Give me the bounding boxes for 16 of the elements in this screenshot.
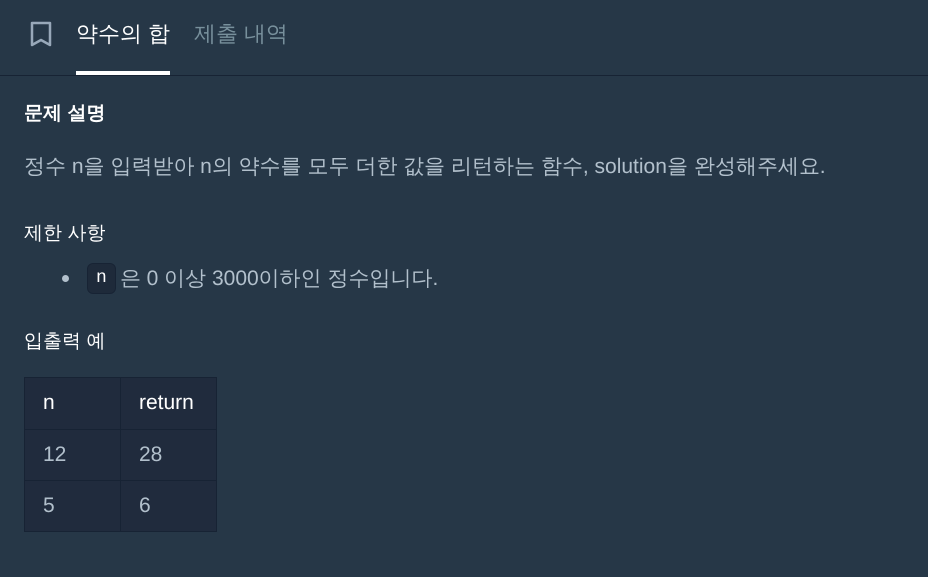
table-cell: 5 xyxy=(24,480,120,531)
table-cell: 12 xyxy=(24,429,120,480)
constraint-text: 은 0 이상 3000이하인 정수입니다. xyxy=(120,266,438,292)
tab[interactable]: 약수의 합 xyxy=(76,0,170,75)
section-heading: 문제 설명 xyxy=(24,102,106,126)
tab[interactable]: 제출 내역 xyxy=(194,0,288,75)
inline-code: n xyxy=(87,262,116,294)
problem-description: 정수 n을 입력받아 n의 약수를 모두 더한 값을 리턴하는 함수, solution을 완성해주세요. xyxy=(24,154,827,180)
section-heading: 제한 사항 xyxy=(24,222,106,246)
bookmark-icon[interactable] xyxy=(30,21,52,47)
table-cell: 6 xyxy=(120,480,216,531)
bullet-icon xyxy=(62,274,69,282)
table-cell: 28 xyxy=(120,429,216,480)
section-heading: 입출력 예 xyxy=(24,330,106,354)
column-header: n xyxy=(24,377,120,429)
column-header: return xyxy=(120,377,216,429)
